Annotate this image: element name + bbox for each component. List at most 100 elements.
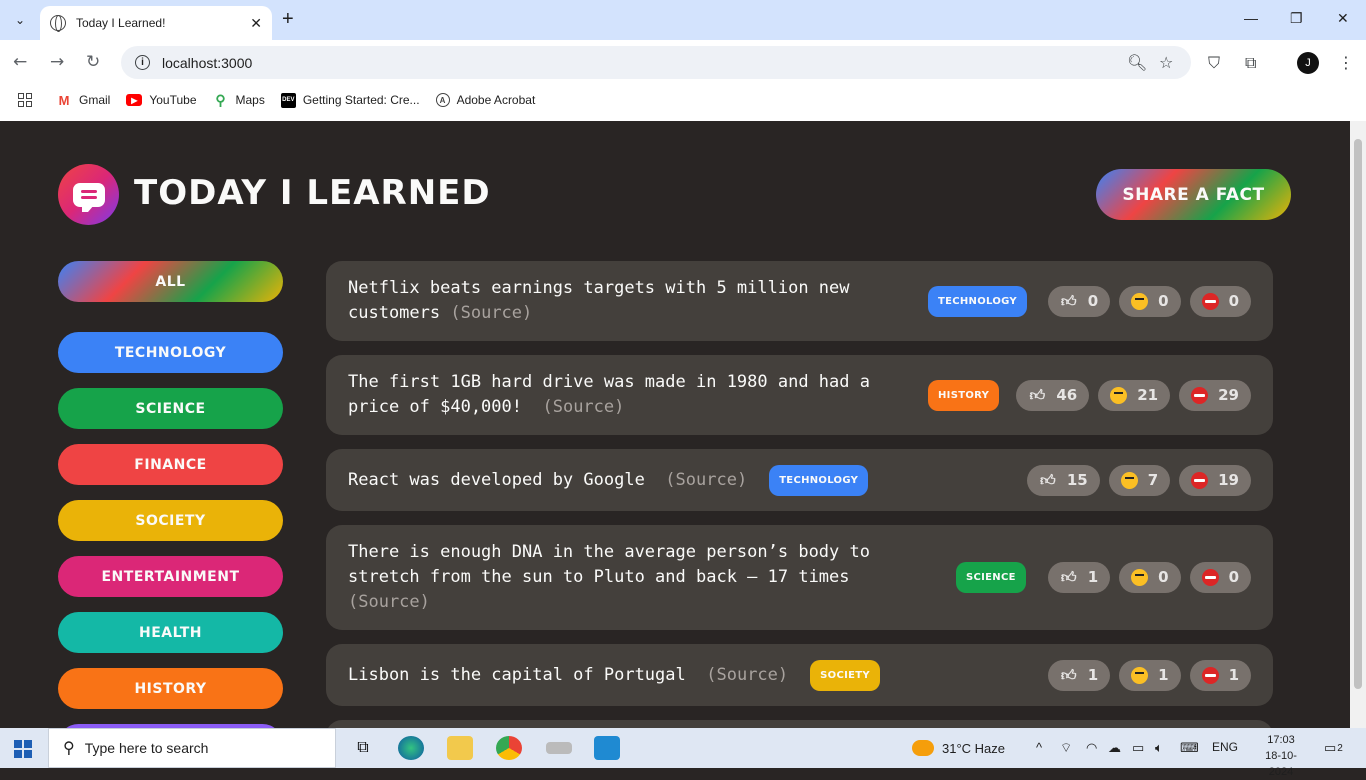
mind-blown-icon [1120, 471, 1138, 489]
bookmark-maps[interactable]: ⚲ Maps [213, 92, 264, 108]
tab-title: Today I Learned! [76, 16, 166, 30]
category-entertainment-button[interactable]: ENTERTAINMENT [58, 556, 283, 597]
reload-icon[interactable]: ↻ [86, 52, 100, 72]
vote-mindblowing-button[interactable]: 21 [1098, 379, 1171, 411]
share-fact-button[interactable]: SHARE A FACT [1096, 169, 1291, 220]
source-link[interactable]: (Source) [665, 470, 747, 490]
notifications-button[interactable]: ▭ 2 [1324, 740, 1343, 756]
weather-haze-icon [912, 740, 934, 756]
menu-dots-icon[interactable]: ⋮ [1338, 53, 1354, 72]
no-entry-icon [1201, 569, 1219, 586]
thumbs-up-icon: 👍︎ [1029, 385, 1046, 404]
category-all-button[interactable]: ALL [58, 261, 283, 302]
notification-icon: ▭ [1324, 740, 1337, 755]
vote-interesting-button[interactable]: 👍︎ 1 [1047, 659, 1111, 691]
no-entry-icon [1191, 471, 1209, 489]
category-tag: HISTORY [928, 379, 1000, 411]
new-tab-icon[interactable]: + [282, 8, 294, 31]
weather-widget[interactable]: 31°C Haze [912, 740, 1005, 756]
source-link[interactable]: (Source) [706, 665, 788, 685]
vote-interesting-button[interactable]: 👍︎ 15 [1026, 464, 1100, 496]
vote-false-button[interactable]: 0 [1189, 285, 1251, 317]
browser-tab[interactable]: Today I Learned! ✕ [40, 6, 272, 40]
category-health-button[interactable]: HEALTH [58, 612, 283, 653]
category-society-button[interactable]: SOCIETY [58, 500, 283, 541]
fact-item: React was developed by Google (Source) T… [326, 449, 1273, 511]
edge-icon[interactable] [398, 736, 424, 760]
site-info-icon[interactable]: i [135, 55, 150, 70]
volume-icon[interactable]: 🔈︎ [1155, 740, 1163, 756]
vote-false-button[interactable]: 29 [1179, 379, 1251, 411]
vote-mindblowing-button[interactable]: 1 [1119, 659, 1181, 691]
fact-item: The first 1GB hard drive was made in 198… [326, 355, 1273, 435]
vote-mindblowing-button[interactable]: 0 [1119, 562, 1181, 593]
category-history-button[interactable]: HISTORY [58, 668, 283, 709]
vscode-icon[interactable] [594, 736, 620, 760]
globe-icon [50, 15, 66, 32]
vote-interesting-button[interactable]: 👍︎ 46 [1016, 379, 1090, 411]
vote-false-button[interactable]: 19 [1179, 464, 1251, 496]
bookmark-dev[interactable]: DEV Getting Started: Cre... [280, 92, 420, 108]
youtube-icon: ▶ [126, 94, 143, 106]
fact-text: Lisbon is the capital of Portugal [348, 664, 686, 685]
chrome-icon[interactable] [496, 736, 522, 760]
vote-interesting-button[interactable]: 👍︎ 1 [1047, 562, 1111, 593]
network-icon[interactable]: ⌔ [1060, 740, 1072, 756]
vote-false-button[interactable]: 1 [1189, 659, 1251, 691]
scrollbar-thumb[interactable] [1354, 139, 1362, 689]
shield-extension-icon[interactable]: ⛉ [1208, 53, 1220, 73]
minimize-icon[interactable]: — [1244, 10, 1258, 26]
bookmark-gmail[interactable]: M Gmail [56, 92, 111, 108]
keyboard-icon[interactable]: ⌨ [1180, 740, 1199, 756]
fact-item: There is enough DNA in the average perso… [326, 525, 1273, 630]
task-view-icon[interactable]: ⧉ [350, 736, 376, 760]
forward-icon[interactable]: → [50, 52, 64, 72]
close-tab-icon[interactable]: ✕ [250, 15, 262, 32]
fact-item [326, 720, 1273, 728]
fact-item: Netflix beats earnings targets with 5 mi… [326, 261, 1273, 341]
tab-bar: ⌄ Today I Learned! ✕ + — ❐ ✕ [0, 0, 1366, 40]
source-link[interactable]: (Source) [450, 303, 532, 323]
dev-icon: DEV [280, 92, 296, 108]
bookmark-star-icon[interactable]: ☆ [1159, 53, 1173, 72]
category-finance-button[interactable]: FINANCE [58, 444, 283, 485]
category-technology-button[interactable]: TECHNOLOGY [58, 332, 283, 373]
page-title: TODAY I LEARNED [134, 173, 491, 213]
vote-false-button[interactable]: 0 [1189, 562, 1251, 593]
search-icon: ⚲ [63, 740, 75, 757]
tray-overflow-icon[interactable]: ^ [1036, 740, 1042, 755]
page-scrollbar[interactable] [1350, 121, 1366, 728]
window-close-icon[interactable]: ✕ [1337, 10, 1349, 27]
facts-list: Netflix beats earnings targets with 5 mi… [326, 261, 1273, 728]
vote-mindblowing-button[interactable]: 7 [1108, 464, 1171, 496]
battery-icon[interactable]: ▭ [1132, 740, 1144, 756]
source-link[interactable]: (Source) [348, 592, 430, 612]
clock[interactable]: 17:03 18-10-2024 [1258, 732, 1304, 780]
source-link[interactable]: (Source) [542, 397, 624, 417]
bookmark-acrobat[interactable]: A Adobe Acrobat [435, 93, 535, 107]
category-science-button[interactable]: SCIENCE [58, 388, 283, 429]
address-bar[interactable]: i localhost:3000 [121, 46, 1191, 79]
vote-interesting-button[interactable]: 👍︎ 0 [1047, 285, 1111, 317]
thumbs-up-icon: 👍︎ [1060, 665, 1077, 684]
restore-icon[interactable]: ❐ [1290, 10, 1303, 27]
extensions-icon[interactable]: ⧉ [1245, 53, 1256, 73]
profile-avatar[interactable]: J [1297, 52, 1319, 74]
tab-search-chevron-icon[interactable]: ⌄ [8, 8, 32, 32]
taskbar-search-box[interactable]: ⚲ Type here to search [48, 728, 336, 768]
onedrive-icon[interactable]: ☁ [1108, 740, 1121, 756]
file-explorer-icon[interactable] [447, 736, 473, 760]
vote-mindblowing-button[interactable]: 0 [1119, 285, 1181, 317]
apps-grid-icon[interactable] [18, 93, 34, 107]
fact-text: Netflix beats earnings targets with 5 mi… [348, 278, 850, 323]
back-icon[interactable]: ← [13, 52, 27, 72]
app-icon[interactable] [546, 742, 572, 754]
wifi-icon[interactable]: ◠ [1086, 740, 1097, 756]
zoom-icon[interactable]: 🔍︎ [1127, 53, 1147, 72]
category-tag: TECHNOLOGY [928, 285, 1027, 317]
category-tag: TECHNOLOGY [769, 464, 869, 496]
fact-item: Lisbon is the capital of Portugal (Sourc… [326, 644, 1273, 706]
windows-start-icon[interactable] [14, 740, 32, 758]
bookmark-youtube[interactable]: ▶ YouTube [126, 93, 197, 107]
language-indicator[interactable]: ENG [1212, 740, 1238, 754]
